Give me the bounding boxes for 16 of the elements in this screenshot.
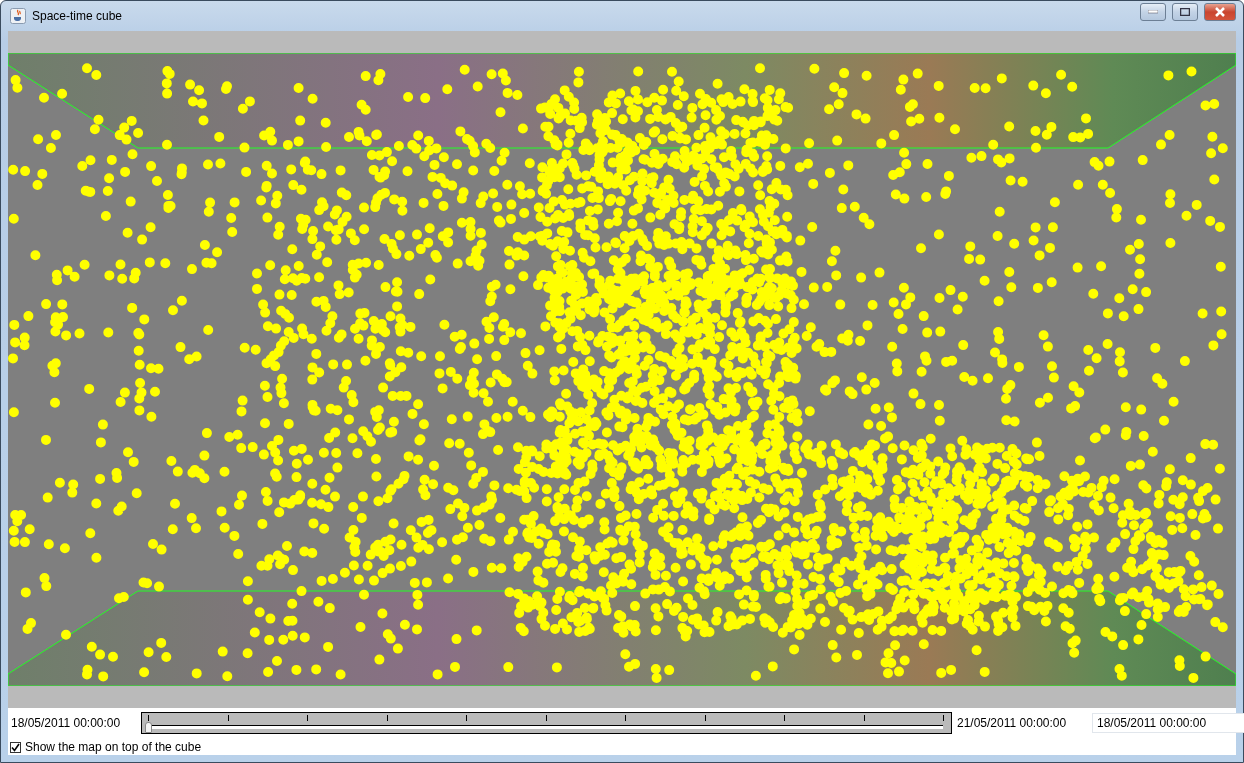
map-checkbox-label: Show the map on top of the cube bbox=[25, 740, 202, 754]
checkmark-icon bbox=[11, 742, 20, 752]
close-button[interactable] bbox=[1204, 3, 1236, 21]
map-checkbox[interactable] bbox=[10, 741, 21, 753]
minimize-icon bbox=[1148, 10, 1158, 14]
minimize-button[interactable] bbox=[1140, 3, 1166, 21]
java-cup-icon bbox=[10, 8, 26, 24]
end-date-label: 21/05/2011 00:00:00 bbox=[956, 716, 1068, 730]
window-title: Space-time cube bbox=[32, 9, 124, 23]
current-time-field[interactable]: 18/05/2011 00:00:00 bbox=[1092, 713, 1244, 733]
start-date-label: 18/05/2011 00:00:00 bbox=[10, 716, 122, 730]
time-slider[interactable] bbox=[141, 712, 952, 734]
slider-thumb[interactable] bbox=[145, 722, 152, 733]
maximize-icon bbox=[1180, 8, 1190, 16]
close-icon bbox=[1214, 7, 1226, 17]
maximize-button[interactable] bbox=[1172, 3, 1198, 21]
